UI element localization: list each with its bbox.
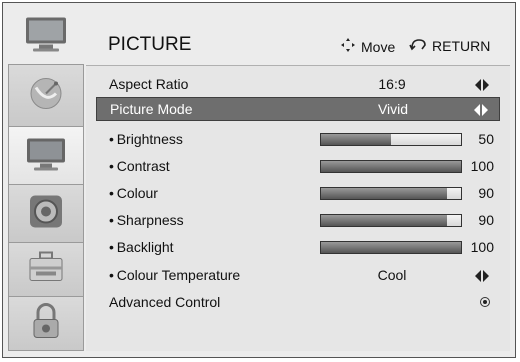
colour-value: 90 bbox=[478, 185, 494, 201]
sharpness-slider[interactable] bbox=[320, 214, 462, 227]
advanced-control-label: Advanced Control bbox=[109, 294, 221, 310]
picture-mode-label: Picture Mode bbox=[110, 101, 193, 117]
left-right-arrows-icon[interactable] bbox=[473, 103, 489, 116]
left-right-arrows-icon[interactable] bbox=[474, 78, 490, 91]
brightness-slider[interactable] bbox=[320, 133, 462, 146]
advanced-control-row[interactable]: Advanced Control bbox=[96, 290, 500, 314]
aspect-ratio-value: 16:9 bbox=[378, 76, 406, 92]
contrast-label: • Contrast bbox=[109, 158, 170, 174]
sidebar-item-sound[interactable] bbox=[8, 184, 84, 242]
colour-row[interactable]: • Colour 90 bbox=[96, 181, 500, 205]
tv-icon bbox=[23, 14, 69, 59]
colour-temperature-label: • Colour Temperature bbox=[109, 267, 241, 283]
left-right-arrows-icon[interactable] bbox=[474, 269, 490, 282]
sidebar-item-tv[interactable] bbox=[8, 8, 84, 64]
colour-label: • Colour bbox=[109, 185, 158, 201]
aspect-ratio-row[interactable]: Aspect Ratio 16:9 bbox=[96, 72, 500, 96]
colour-slider[interactable] bbox=[320, 187, 462, 200]
sharpness-label: • Sharpness bbox=[109, 212, 184, 228]
page-title: PICTURE bbox=[108, 34, 192, 55]
sidebar-item-channels[interactable] bbox=[8, 64, 84, 126]
sidebar-divider bbox=[8, 350, 84, 351]
contrast-row[interactable]: • Contrast 100 bbox=[96, 154, 500, 178]
backlight-label: • Backlight bbox=[109, 239, 174, 255]
sidebar-item-picture[interactable] bbox=[8, 126, 84, 184]
brightness-row[interactable]: • Brightness 50 bbox=[96, 127, 500, 151]
colour-temperature-value: Cool bbox=[377, 267, 407, 283]
brightness-label: • Brightness bbox=[109, 131, 183, 147]
picture-mode-value: Vivid bbox=[377, 101, 409, 117]
contrast-slider[interactable] bbox=[320, 160, 462, 173]
move-arrows-icon bbox=[340, 37, 356, 56]
lock-icon bbox=[29, 301, 63, 346]
sidebar-item-setup[interactable] bbox=[8, 242, 84, 296]
backlight-value: 100 bbox=[470, 239, 494, 255]
aspect-ratio-label: Aspect Ratio bbox=[109, 76, 189, 92]
satellite-dish-icon bbox=[26, 73, 66, 118]
return-hint-label: RETURN bbox=[432, 37, 491, 54]
brightness-value: 50 bbox=[478, 131, 494, 147]
sharpness-row[interactable]: • Sharpness 90 bbox=[96, 208, 500, 232]
sharpness-value: 90 bbox=[478, 212, 494, 228]
return-icon bbox=[409, 37, 427, 54]
picture-mode-row[interactable]: Picture Mode Vivid bbox=[96, 97, 500, 121]
contrast-value: 100 bbox=[470, 158, 494, 174]
toolbox-icon bbox=[26, 249, 66, 290]
backlight-slider[interactable] bbox=[320, 241, 462, 254]
speaker-icon bbox=[26, 191, 66, 236]
move-hint: Move bbox=[340, 37, 395, 56]
backlight-row[interactable]: • Backlight 100 bbox=[96, 235, 500, 259]
category-sidebar bbox=[8, 8, 84, 351]
enter-indicator-icon[interactable] bbox=[480, 297, 490, 307]
colour-temperature-row[interactable]: • Colour Temperature Cool bbox=[96, 263, 500, 287]
move-hint-label: Move bbox=[361, 38, 396, 55]
sidebar-item-lock[interactable] bbox=[8, 296, 84, 350]
picture-icon bbox=[24, 134, 68, 177]
return-hint[interactable]: RETURN bbox=[409, 37, 490, 54]
